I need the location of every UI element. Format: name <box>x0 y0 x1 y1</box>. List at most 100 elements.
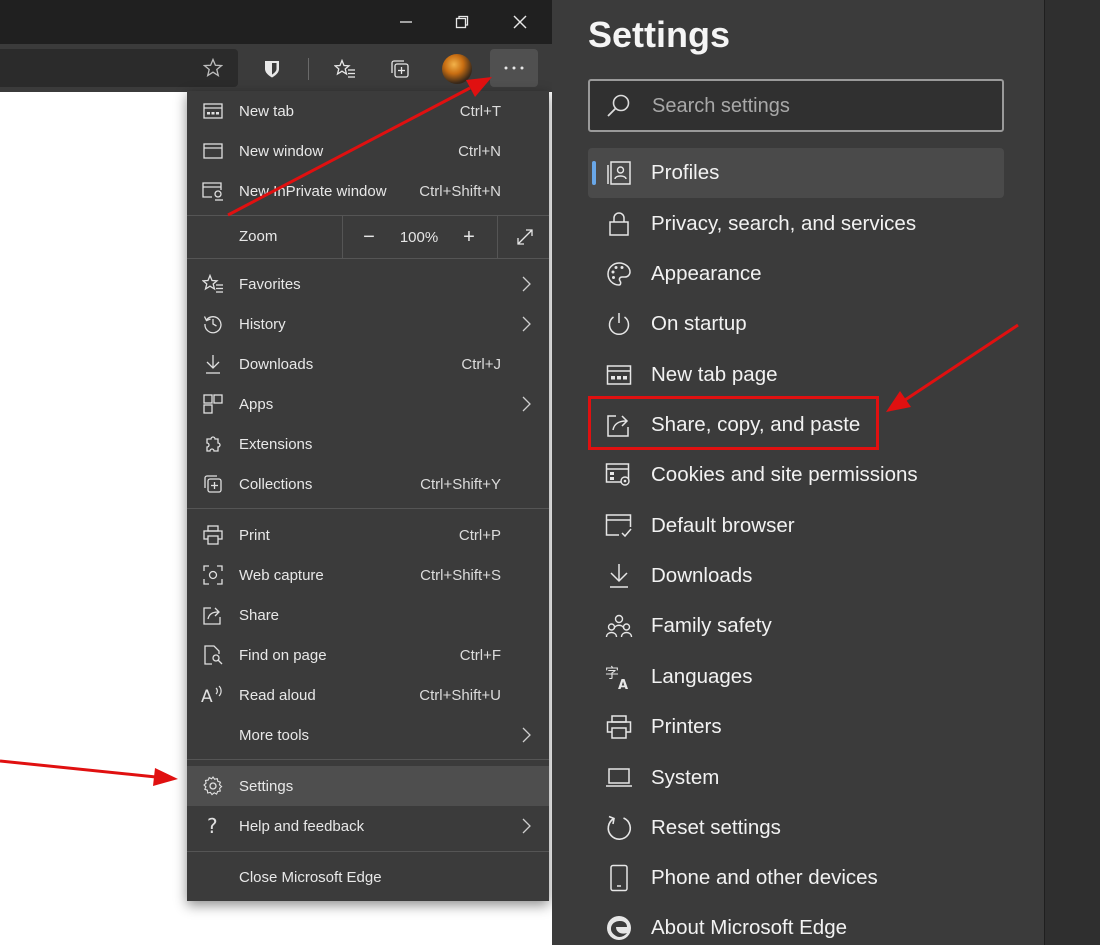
menu-item-help-and-feedback[interactable]: ? Help and feedback <box>187 806 549 846</box>
edge-logo-icon <box>604 913 634 943</box>
settings-nav-system[interactable]: System <box>588 753 1004 803</box>
menu-item-label: New InPrivate window <box>239 182 387 200</box>
settings-nav-default-browser[interactable]: Default browser <box>588 501 1004 551</box>
phone-icon <box>604 863 634 893</box>
menu-divider <box>187 851 549 852</box>
close-icon <box>513 15 527 29</box>
new-tab-icon <box>201 99 225 123</box>
family-icon <box>604 611 634 641</box>
search-settings-box[interactable] <box>588 79 1004 132</box>
menu-item-favorites[interactable]: Favorites <box>187 264 549 304</box>
settings-nav-family-safety[interactable]: Family safety <box>588 601 1004 651</box>
content-area-edge <box>1044 0 1100 945</box>
star-icon <box>203 58 223 78</box>
settings-nav-label: Privacy, search, and services <box>651 212 917 235</box>
history-icon <box>201 312 225 336</box>
shield-icon <box>265 61 279 78</box>
menu-item-more-tools[interactable]: More tools <box>187 715 549 755</box>
menu-item-close-microsoft-edge[interactable]: Close Microsoft Edge <box>187 857 549 897</box>
menu-item-web-capture[interactable]: Web capture Ctrl+Shift+S <box>187 555 549 595</box>
settings-nav-appearance[interactable]: Appearance <box>588 249 1004 299</box>
zoom-in-button[interactable]: + <box>447 216 491 258</box>
menu-item-extensions[interactable]: Extensions <box>187 424 549 464</box>
menu-item-shortcut: Ctrl+Shift+Y <box>420 475 501 493</box>
menu-item-downloads[interactable]: Downloads Ctrl+J <box>187 344 549 384</box>
menu-item-label: New tab <box>239 102 295 120</box>
laptop-icon <box>604 763 634 793</box>
fullscreen-button[interactable] <box>503 216 547 258</box>
zoom-out-button[interactable]: − <box>347 216 391 258</box>
download-icon <box>201 352 225 376</box>
settings-nav-new-tab-page[interactable]: New tab page <box>588 350 1004 400</box>
settings-nav-cookies[interactable]: Cookies and site permissions <box>588 450 1004 500</box>
search-input[interactable] <box>652 91 992 121</box>
minimize-button[interactable] <box>378 0 434 44</box>
cookies-icon <box>604 460 634 490</box>
svg-text:A: A <box>618 678 628 691</box>
menu-item-settings[interactable]: Settings <box>187 766 549 806</box>
collections-button[interactable] <box>383 52 417 86</box>
chevron-right-icon <box>522 316 531 332</box>
menu-item-read-aloud[interactable]: A Read aloud Ctrl+Shift+U <box>187 675 549 715</box>
menu-divider <box>187 258 549 259</box>
settings-nav-languages[interactable]: 字A Languages <box>588 652 1004 702</box>
download-icon <box>604 561 634 591</box>
menu-item-label: More tools <box>239 726 310 744</box>
settings-nav-downloads[interactable]: Downloads <box>588 551 1004 601</box>
menu-item-collections[interactable]: Collections Ctrl+Shift+Y <box>187 464 549 504</box>
more-dots-icon <box>504 66 524 70</box>
extensions-icon <box>201 432 225 456</box>
menu-item-find-on-page[interactable]: Find on page Ctrl+F <box>187 635 549 675</box>
svg-text:字: 字 <box>605 666 619 682</box>
collections-icon <box>201 472 225 496</box>
palette-icon <box>604 259 634 289</box>
settings-panel: Settings Profiles Privacy, search, and s… <box>552 0 1100 945</box>
settings-nav-label: Appearance <box>651 262 762 285</box>
new-tab-page-icon <box>604 360 634 390</box>
settings-nav-label: System <box>651 766 720 789</box>
menu-item-new-inprivate-window[interactable]: New InPrivate window Ctrl+Shift+N <box>187 171 549 211</box>
menu-item-print[interactable]: Print Ctrl+P <box>187 515 549 555</box>
inprivate-icon <box>201 179 225 203</box>
page-title: Settings <box>588 14 731 55</box>
menu-item-shortcut: Ctrl+N <box>458 142 501 160</box>
menu-divider <box>187 759 549 760</box>
gear-icon <box>201 774 225 798</box>
highlight-box <box>588 396 879 450</box>
settings-nav-label: About Microsoft Edge <box>651 916 847 939</box>
settings-nav-reset-settings[interactable]: Reset settings <box>588 803 1004 853</box>
favorites-icon <box>334 59 355 78</box>
settings-and-more-menu: New tab Ctrl+T New window Ctrl+N New InP… <box>187 91 549 901</box>
menu-item-new-window[interactable]: New window Ctrl+N <box>187 131 549 171</box>
close-window-button[interactable] <box>492 0 548 44</box>
menu-item-shortcut: Ctrl+T <box>459 102 501 120</box>
settings-nav-phone-and-devices[interactable]: Phone and other devices <box>588 853 1004 903</box>
toolbar-divider <box>308 58 309 80</box>
settings-nav-privacy[interactable]: Privacy, search, and services <box>588 199 1004 249</box>
settings-nav-label: Languages <box>651 665 753 688</box>
favorites-button[interactable] <box>328 52 362 86</box>
menu-item-shortcut: Ctrl+Shift+S <box>420 566 501 584</box>
settings-nav-printers[interactable]: Printers <box>588 702 1004 752</box>
chevron-right-icon <box>522 727 531 743</box>
settings-and-more-button[interactable] <box>490 49 538 87</box>
settings-nav-about-microsoft-edge[interactable]: About Microsoft Edge <box>588 903 1004 945</box>
menu-item-label: Help and feedback <box>239 817 365 835</box>
menu-item-apps[interactable]: Apps <box>187 384 549 424</box>
menu-item-share[interactable]: Share <box>187 595 549 635</box>
reset-icon <box>604 813 634 843</box>
menu-item-label: New window <box>239 142 324 160</box>
svg-text:?: ? <box>207 815 218 837</box>
settings-nav-label: Default browser <box>651 514 795 537</box>
address-bar[interactable] <box>0 49 238 87</box>
search-icon <box>606 93 632 124</box>
profile-button[interactable] <box>440 52 474 86</box>
bitwarden-extension-button[interactable] <box>255 52 289 86</box>
menu-item-label: Collections <box>239 475 313 493</box>
settings-nav-profiles[interactable]: Profiles <box>588 148 1004 198</box>
menu-item-new-tab[interactable]: New tab Ctrl+T <box>187 91 549 131</box>
favorite-star-button[interactable] <box>196 51 230 85</box>
restore-button[interactable] <box>434 0 490 44</box>
menu-item-history[interactable]: History <box>187 304 549 344</box>
settings-nav-on-startup[interactable]: On startup <box>588 299 1004 349</box>
